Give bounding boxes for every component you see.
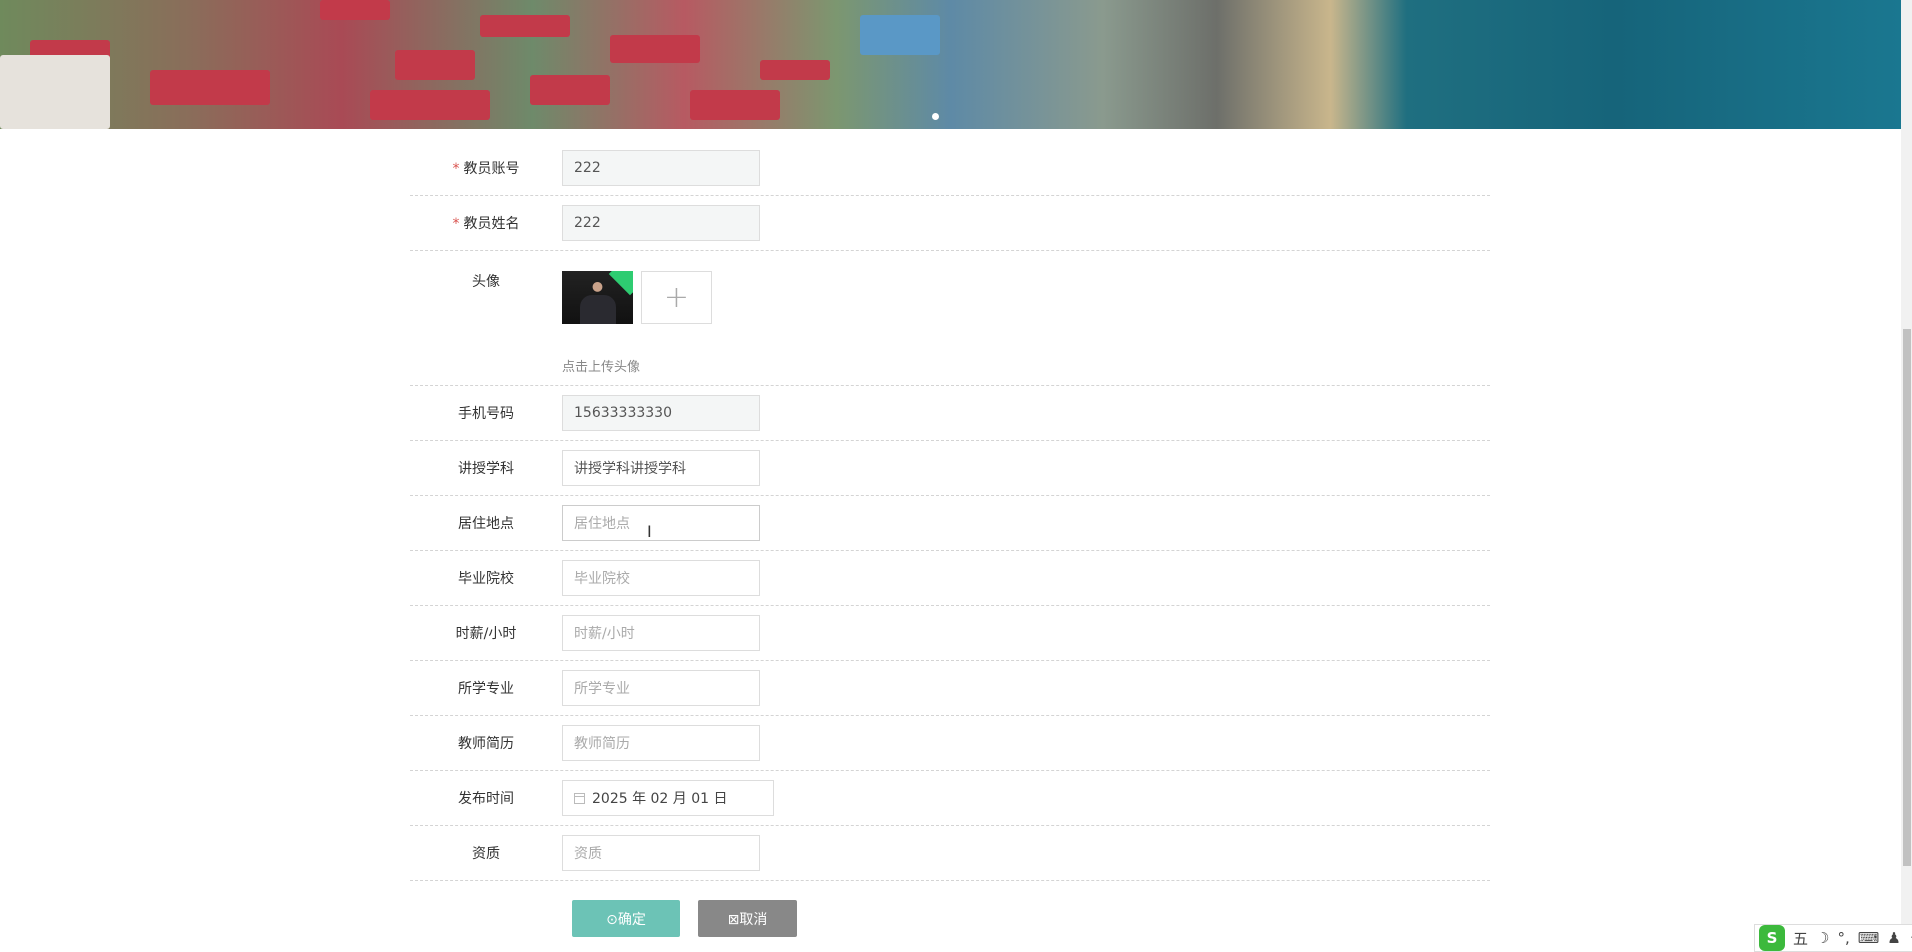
form-row-subject: 讲授学科 讲授学科讲授学科 — [410, 441, 1490, 496]
required-mark: * — [452, 161, 460, 177]
banner-image-detail — [530, 75, 610, 105]
resume-label: 教师简历 — [458, 736, 514, 752]
banner-image-detail — [0, 55, 110, 129]
subject-label: 讲授学科 — [458, 461, 514, 477]
plus-icon: + — [663, 280, 690, 315]
form-row-wage: 时薪/小时 时薪/小时 — [410, 606, 1490, 661]
scrollbar-thumb[interactable] — [1903, 329, 1911, 866]
calendar-icon — [574, 792, 585, 804]
ime-logo: S — [1759, 925, 1785, 951]
form-row-account: * 教员账号 222 — [410, 141, 1490, 196]
phone-input[interactable]: 15633333330 — [562, 395, 760, 431]
form-row-name: * 教员姓名 222 — [410, 196, 1490, 251]
banner-image-detail — [860, 15, 940, 55]
required-mark: * — [452, 216, 460, 232]
address-label: 居住地点 — [458, 516, 514, 532]
name-label: 教员姓名 — [463, 216, 520, 232]
banner-carousel[interactable] — [0, 0, 1901, 129]
upload-hint: 点击上传头像 — [562, 360, 641, 375]
upload-success-icon — [608, 271, 633, 296]
field-label: * 教员账号 — [410, 158, 562, 178]
form-row-phone: 手机号码 15633333330 — [410, 386, 1490, 441]
form-row-address: 居住地点 居住地点 — [410, 496, 1490, 551]
banner-image-detail — [370, 90, 490, 120]
publish-date-picker[interactable]: 2025 年 02 月 01 日 — [562, 780, 774, 816]
banner-image-detail — [690, 90, 780, 120]
resume-input[interactable]: 教师简历 — [562, 725, 760, 761]
qualification-input[interactable]: 资质 — [562, 835, 760, 871]
name-input[interactable]: 222 — [562, 205, 760, 241]
upload-avatar-button[interactable]: + — [641, 271, 712, 324]
moon-icon[interactable]: ☽ — [1816, 929, 1829, 947]
teacher-form: * 教员账号 222 * 教员姓名 222 头像 + 点击上传头像 手机号码 156… — [410, 141, 1490, 881]
form-row-school: 毕业院校 毕业院校 — [410, 551, 1490, 606]
banner-image-detail — [610, 35, 700, 63]
major-label: 所学专业 — [458, 681, 514, 697]
phone-label: 手机号码 — [458, 406, 514, 422]
scrollbar[interactable] — [1901, 0, 1912, 952]
avatar-label: 头像 — [472, 274, 500, 290]
banner-image-detail — [150, 70, 270, 105]
school-label: 毕业院校 — [458, 571, 514, 587]
school-input[interactable]: 毕业院校 — [562, 560, 760, 596]
carousel-dot[interactable] — [932, 113, 939, 120]
field-label: * 教员姓名 — [410, 213, 562, 233]
form-row-resume: 教师简历 教师简历 — [410, 716, 1490, 771]
major-input[interactable]: 所学专业 — [562, 670, 760, 706]
form-row-avatar: 头像 + 点击上传头像 — [410, 251, 1490, 386]
keyboard-icon[interactable]: ⌨ — [1858, 929, 1880, 947]
punctuation-icon[interactable]: °, — [1837, 929, 1849, 947]
account-label: 教员账号 — [463, 161, 520, 177]
cancel-button[interactable]: ⊠取消 — [698, 900, 797, 937]
banner-image-detail — [320, 0, 390, 20]
ime-toolbar[interactable]: S 五 ☽ °, ⌨ ♟ ⁘ — [1754, 924, 1912, 952]
publish-date-value: 2025 年 02 月 01 日 — [592, 791, 728, 807]
confirm-button[interactable]: ⊙确定 — [572, 900, 680, 937]
form-row-qualification: 资质 资质 — [410, 826, 1490, 881]
banner-image-detail — [480, 15, 570, 37]
avatar-thumbnail[interactable] — [562, 271, 633, 324]
account-input[interactable]: 222 — [562, 150, 760, 186]
form-row-major: 所学专业 所学专业 — [410, 661, 1490, 716]
address-input[interactable]: 居住地点 — [562, 505, 760, 541]
ime-mode[interactable]: 五 — [1793, 928, 1808, 949]
qualification-label: 资质 — [472, 846, 500, 862]
subject-input[interactable]: 讲授学科讲授学科 — [562, 450, 760, 486]
banner-image-detail — [395, 50, 475, 80]
wage-label: 时薪/小时 — [455, 626, 517, 642]
publish-time-label: 发布时间 — [458, 791, 514, 807]
form-row-publish-time: 发布时间 2025 年 02 月 01 日 — [410, 771, 1490, 826]
banner-image-detail — [760, 60, 830, 80]
user-icon[interactable]: ♟ — [1887, 929, 1900, 947]
text-cursor-icon: I — [647, 522, 652, 541]
wage-input[interactable]: 时薪/小时 — [562, 615, 760, 651]
